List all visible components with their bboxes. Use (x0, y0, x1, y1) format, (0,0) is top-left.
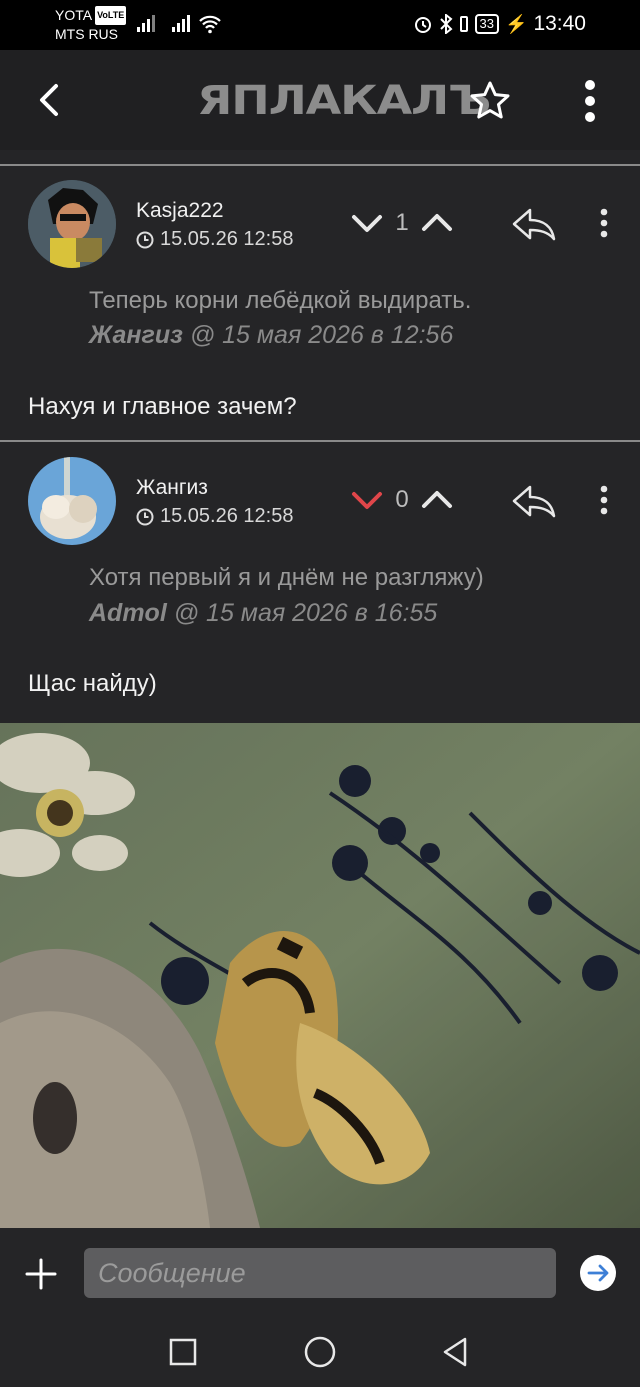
battery-level: 33 (474, 14, 500, 34)
clock-icon (136, 231, 154, 248)
vote-controls: 1 (350, 206, 454, 240)
vibrate-icon (459, 16, 468, 32)
signal-icon (137, 14, 155, 32)
home-icon[interactable] (303, 1335, 337, 1369)
status-bar: YOTA VoLTE MTS RUS 33 ⚡ 13:40 (0, 0, 640, 50)
status-right: 33 ⚡ 13:40 (413, 12, 586, 36)
quote-author[interactable]: Admol (89, 599, 167, 627)
quote-meta: Жангиз @ 15 мая 2026 в 12:56 (89, 321, 453, 350)
clock: 13:40 (533, 12, 586, 35)
nav-back-icon[interactable] (440, 1335, 470, 1369)
date-text: 15.05.26 12:58 (160, 228, 294, 250)
avatar[interactable] (28, 457, 116, 545)
divider (0, 440, 640, 442)
message-placeholder: Сообщение (98, 1258, 246, 1288)
carrier-info: YOTA VoLTE MTS RUS (55, 6, 127, 44)
message-input[interactable]: Сообщение (84, 1248, 556, 1298)
comment-author[interactable]: Kasja222 (136, 199, 224, 223)
back-icon[interactable] (36, 82, 66, 118)
avatar[interactable] (28, 180, 116, 268)
quote-author[interactable]: Жангиз (89, 321, 183, 349)
quote-text: Теперь корни лебёдкой выдирать. (89, 287, 472, 314)
score: 0 (395, 486, 409, 513)
carrier-2: MTS RUS (55, 26, 118, 42)
comment-menu-icon[interactable] (596, 483, 612, 517)
quote-date: @ 15 мая 2026 в 16:55 (166, 599, 438, 627)
score: 1 (395, 209, 409, 236)
quote-text: Хотя первый я и днём не разгляжу) (89, 564, 484, 591)
quote-date: @ 15 мая 2026 в 12:56 (182, 321, 454, 349)
comment-text: Нахуя и главное зачем? (28, 393, 297, 420)
upvote-icon[interactable] (420, 206, 454, 240)
volte-badge: VoLTE (95, 6, 127, 25)
favorite-star-icon[interactable] (468, 79, 512, 123)
reply-icon[interactable] (510, 206, 558, 242)
site-logo[interactable]: ЯПЛАКАЛЪ (197, 78, 491, 124)
downvote-icon-active[interactable] (350, 483, 384, 517)
comment-photo[interactable] (0, 723, 640, 1228)
send-icon[interactable] (579, 1254, 617, 1292)
signal-icon (172, 14, 190, 32)
comment-date: 15.05.26 12:58 (136, 228, 293, 251)
carrier-1: YOTA (55, 7, 93, 23)
quote-meta: Admol @ 15 мая 2026 в 16:55 (89, 599, 437, 628)
upvote-icon[interactable] (420, 483, 454, 517)
alarm-icon (414, 17, 431, 33)
clock-icon (136, 508, 154, 525)
bluetooth-icon (439, 14, 453, 34)
recent-apps-icon[interactable] (168, 1337, 198, 1367)
more-menu-icon[interactable] (580, 78, 600, 124)
vote-controls: 0 (350, 483, 454, 517)
comment-author[interactable]: Жангиз (136, 476, 208, 500)
wifi-icon (199, 15, 221, 34)
divider (0, 164, 640, 166)
comment-date: 15.05.26 12:58 (136, 505, 293, 528)
reply-icon[interactable] (510, 483, 558, 519)
charging-icon: ⚡ (505, 13, 528, 34)
downvote-icon[interactable] (350, 206, 384, 240)
date-text: 15.05.26 12:58 (160, 505, 294, 527)
add-attachment-icon[interactable] (24, 1257, 58, 1291)
comment-menu-icon[interactable] (596, 206, 612, 240)
comment-text: Щас найду) (28, 670, 157, 697)
